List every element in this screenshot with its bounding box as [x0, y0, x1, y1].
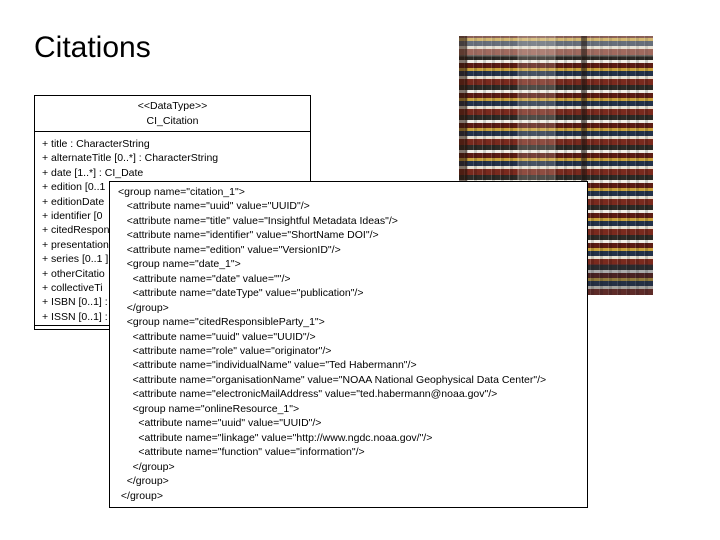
xml-line: <attribute name="edition" value="Version… [118, 243, 341, 256]
xml-line: </group> [118, 460, 175, 473]
xml-code-box: <group name="citation_1"> <attribute nam… [109, 181, 588, 508]
xml-line: <group name="citedResponsibleParty_1"> [118, 316, 325, 329]
xml-line: <attribute name="date" value=""/> [118, 272, 291, 285]
xml-line: <attribute name="title" value="Insightfu… [118, 214, 398, 227]
uml-attribute: + title : CharacterString [42, 138, 150, 150]
xml-line: <attribute name="linkage" value="http://… [118, 431, 433, 444]
xml-line: <group name="onlineResource_1"> [118, 402, 300, 415]
xml-line: <group name="citation_1"> [118, 186, 245, 198]
xml-line: <attribute name="individualName" value="… [118, 359, 417, 372]
xml-line: <attribute name="electronicMailAddress" … [118, 388, 498, 401]
xml-line: <attribute name="identifier" value="Shor… [118, 229, 379, 242]
xml-line: <attribute name="uuid" value="UUID"/> [118, 417, 322, 430]
xml-line: <attribute name="function" value="inform… [118, 446, 365, 459]
uml-stereotype: <<DataType>> [137, 100, 208, 112]
slide-title: Citations [34, 31, 151, 64]
xml-line: <attribute name="role" value="originator… [118, 344, 332, 357]
uml-class-header: <<DataType>> CI_Citation [35, 96, 310, 132]
xml-line: </group> [118, 301, 169, 314]
xml-line: <attribute name="uuid" value="UUID"/> [118, 330, 316, 343]
xml-line: </group> [118, 489, 163, 502]
xml-line: <attribute name="uuid" value="UUID"/> [118, 200, 310, 213]
uml-class-name: CI_Citation [146, 115, 199, 127]
xml-line: <group name="date_1"> [118, 258, 241, 271]
uml-attribute: + date [1..*] : CI_Date [42, 166, 144, 179]
uml-attribute: + alternateTitle [0..*] : CharacterStrin… [42, 152, 219, 165]
xml-line: <attribute name="dateType" value="public… [118, 287, 364, 300]
xml-line: <attribute name="organisationName" value… [118, 373, 547, 386]
xml-line: </group> [118, 475, 169, 488]
